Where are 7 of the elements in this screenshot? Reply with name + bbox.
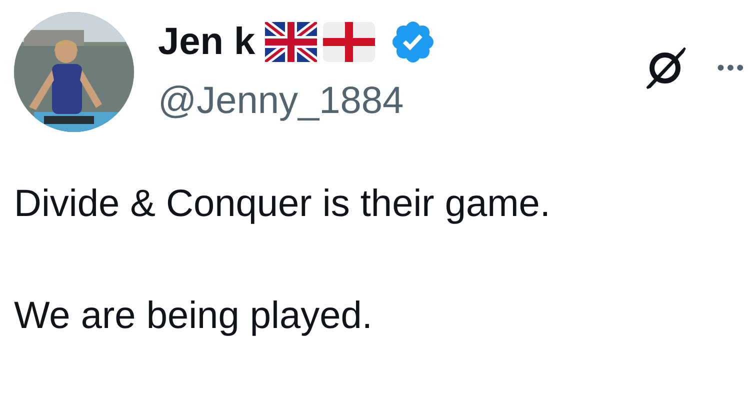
author-name[interactable]: Jen k — [158, 20, 256, 64]
tweet-text: We are being played. — [14, 294, 374, 339]
more-button[interactable]: ••• — [716, 55, 746, 81]
tweet-text: Divide & Conquer is their game. — [14, 182, 552, 227]
author-handle[interactable]: @Jenny_1884 — [158, 80, 438, 123]
cross-flag-icon — [323, 22, 376, 62]
union-flag-icon — [265, 22, 318, 62]
